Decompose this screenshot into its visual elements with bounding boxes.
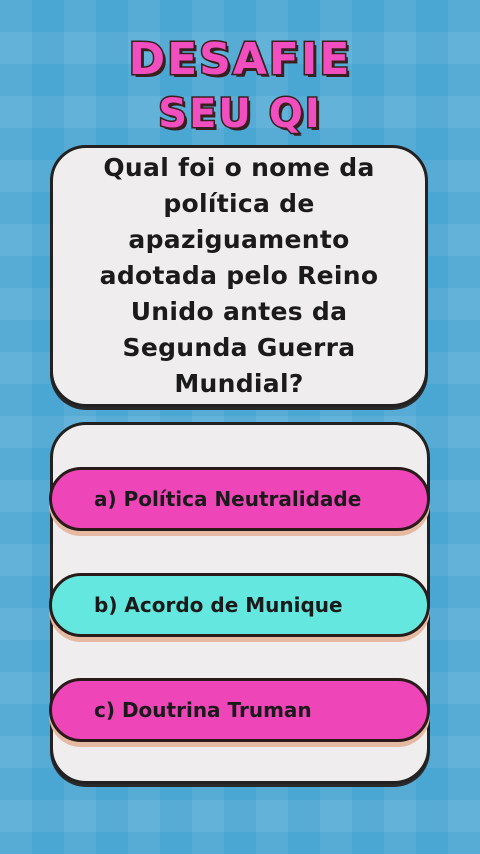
option-b-label: b) Acordo de Munique [94,593,343,617]
title-line-2: SEU QI [157,91,322,137]
option-c-label: c) Doutrina Truman [94,698,312,722]
title-line-1: DESAFIE [127,34,352,85]
question-card: Qual foi o nome da política de apaziguam… [50,145,428,407]
option-b-button[interactable]: b) Acordo de Munique [49,573,430,637]
option-a-button[interactable]: a) Política Neutralidade [49,467,430,531]
option-a-label: a) Política Neutralidade [94,487,362,511]
question-text: Qual foi o nome da política de apaziguam… [99,153,379,398]
option-c-button[interactable]: c) Doutrina Truman [49,678,430,742]
